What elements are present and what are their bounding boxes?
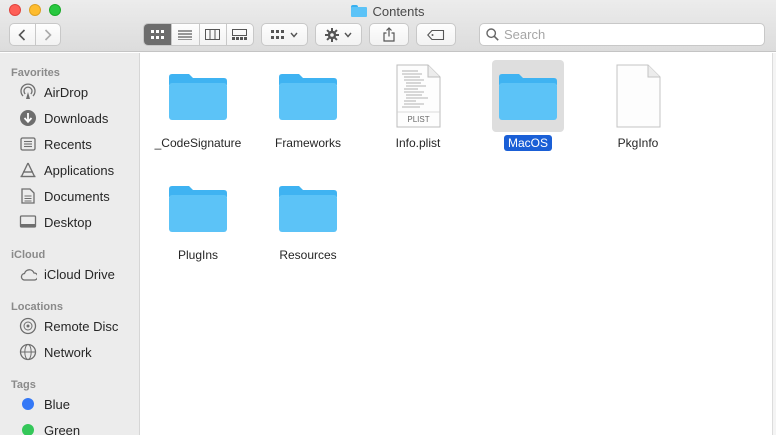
sidebar-section-icloud: iCloud — [11, 249, 46, 261]
tag-dot-icon — [19, 421, 37, 435]
list-view-button[interactable] — [171, 24, 198, 45]
blank-document-icon — [602, 60, 674, 132]
sidebar-item-label: Blue — [44, 396, 71, 412]
airdrop-icon — [19, 83, 37, 101]
window-title-bar: Contents — [0, 2, 776, 20]
search-field[interactable] — [479, 23, 765, 46]
file-item-label: PkgInfo — [617, 136, 659, 150]
chevron-down-icon — [344, 32, 352, 38]
sidebar-section-locations: Locations — [11, 301, 63, 313]
window-edge — [772, 53, 776, 435]
file-item-resources[interactable]: Resources — [253, 167, 363, 275]
sidebar-item-documents[interactable]: Documents — [0, 183, 139, 209]
group-by-button[interactable] — [261, 23, 308, 46]
sidebar-item-tag-blue[interactable]: Blue — [0, 391, 139, 417]
sidebar-item-label: Remote Disc — [44, 318, 119, 334]
file-item-codesignature[interactable]: _CodeSignature — [143, 55, 253, 163]
sidebar: Favorites AirDrop Downloads Recents Appl… — [0, 53, 140, 435]
folder-icon — [351, 5, 368, 17]
file-icon-grid: _CodeSignature Frameworks PLIST Info.pli… — [141, 53, 776, 435]
sidebar-item-network[interactable]: Network — [0, 339, 139, 365]
tag-dot-icon — [19, 395, 37, 413]
sidebar-item-applications[interactable]: Applications — [0, 157, 139, 183]
documents-icon — [19, 187, 37, 205]
folder-icon — [162, 60, 234, 132]
window-toolbar: Contents — [0, 0, 776, 52]
edit-tags-button[interactable] — [416, 23, 456, 46]
search-icon — [486, 28, 499, 41]
icon-view-button[interactable] — [144, 24, 172, 45]
desktop-icon — [19, 213, 37, 231]
disc-icon — [19, 317, 37, 335]
action-menu-button[interactable] — [315, 23, 362, 46]
sidebar-item-icloud-drive[interactable]: iCloud Drive — [0, 261, 139, 287]
sidebar-item-label: Recents — [44, 136, 92, 152]
sidebar-item-label: Desktop — [44, 214, 92, 230]
gallery-view-button[interactable] — [225, 24, 253, 45]
file-item-label: MacOS — [503, 135, 552, 151]
sidebar-item-recents[interactable]: Recents — [0, 131, 139, 157]
sidebar-section-tags: Tags — [11, 379, 36, 391]
list-icon — [178, 29, 193, 40]
folder-icon — [492, 60, 564, 132]
forward-button[interactable] — [34, 24, 60, 45]
file-item-label: Frameworks — [274, 136, 341, 150]
file-item-label: _CodeSignature — [154, 136, 242, 150]
columns-icon — [205, 29, 221, 40]
sidebar-section-favorites: Favorites — [11, 67, 60, 79]
file-item-label: Info.plist — [395, 136, 441, 150]
sidebar-item-label: Documents — [44, 188, 110, 204]
file-item-label: Resources — [279, 248, 337, 262]
sidebar-item-label: AirDrop — [44, 84, 89, 100]
file-item-info-plist[interactable]: PLIST Info.plist — [363, 55, 473, 163]
gear-icon — [325, 27, 339, 42]
file-item-frameworks[interactable]: Frameworks — [253, 55, 363, 163]
chevron-right-icon — [44, 28, 52, 41]
folder-icon — [272, 60, 344, 132]
sidebar-item-airdrop[interactable]: AirDrop — [0, 79, 139, 105]
file-item-macos[interactable]: MacOS — [473, 55, 583, 163]
sidebar-item-desktop[interactable]: Desktop — [0, 209, 139, 235]
file-item-label: PlugIns — [177, 248, 219, 262]
back-button[interactable] — [10, 24, 35, 45]
chevron-left-icon — [18, 28, 26, 41]
column-view-button[interactable] — [198, 24, 226, 45]
plist-document-icon: PLIST — [382, 60, 454, 132]
file-item-pkginfo[interactable]: PkgInfo — [583, 55, 693, 163]
search-input[interactable] — [504, 27, 764, 42]
recents-icon — [19, 135, 37, 153]
gallery-icon — [232, 29, 248, 40]
cloud-icon — [19, 265, 37, 283]
chevron-down-icon — [290, 32, 298, 38]
folder-icon — [162, 172, 234, 244]
share-button[interactable] — [369, 23, 409, 46]
sidebar-item-remote-disc[interactable]: Remote Disc — [0, 313, 139, 339]
share-icon — [383, 27, 395, 42]
network-icon — [19, 343, 37, 361]
sidebar-item-downloads[interactable]: Downloads — [0, 105, 139, 131]
file-item-plugins[interactable]: PlugIns — [143, 167, 253, 275]
sidebar-item-label: Downloads — [44, 110, 109, 126]
applications-icon — [19, 161, 37, 179]
sidebar-item-label: Green — [44, 422, 81, 435]
folder-icon — [272, 172, 344, 244]
tag-icon — [427, 29, 445, 40]
sidebar-item-label: iCloud Drive — [44, 266, 115, 282]
plist-badge-label: PLIST — [407, 115, 429, 124]
sidebar-item-label: Applications — [44, 162, 115, 178]
window-title: Contents — [372, 3, 425, 19]
sidebar-item-tag-green[interactable]: Green — [0, 417, 139, 435]
navigation-buttons — [9, 23, 61, 46]
downloads-icon — [19, 109, 37, 127]
view-mode-selector — [143, 23, 254, 46]
icon-grid-icon — [150, 29, 164, 39]
grid-icon — [271, 29, 284, 39]
sidebar-item-label: Network — [44, 344, 92, 360]
